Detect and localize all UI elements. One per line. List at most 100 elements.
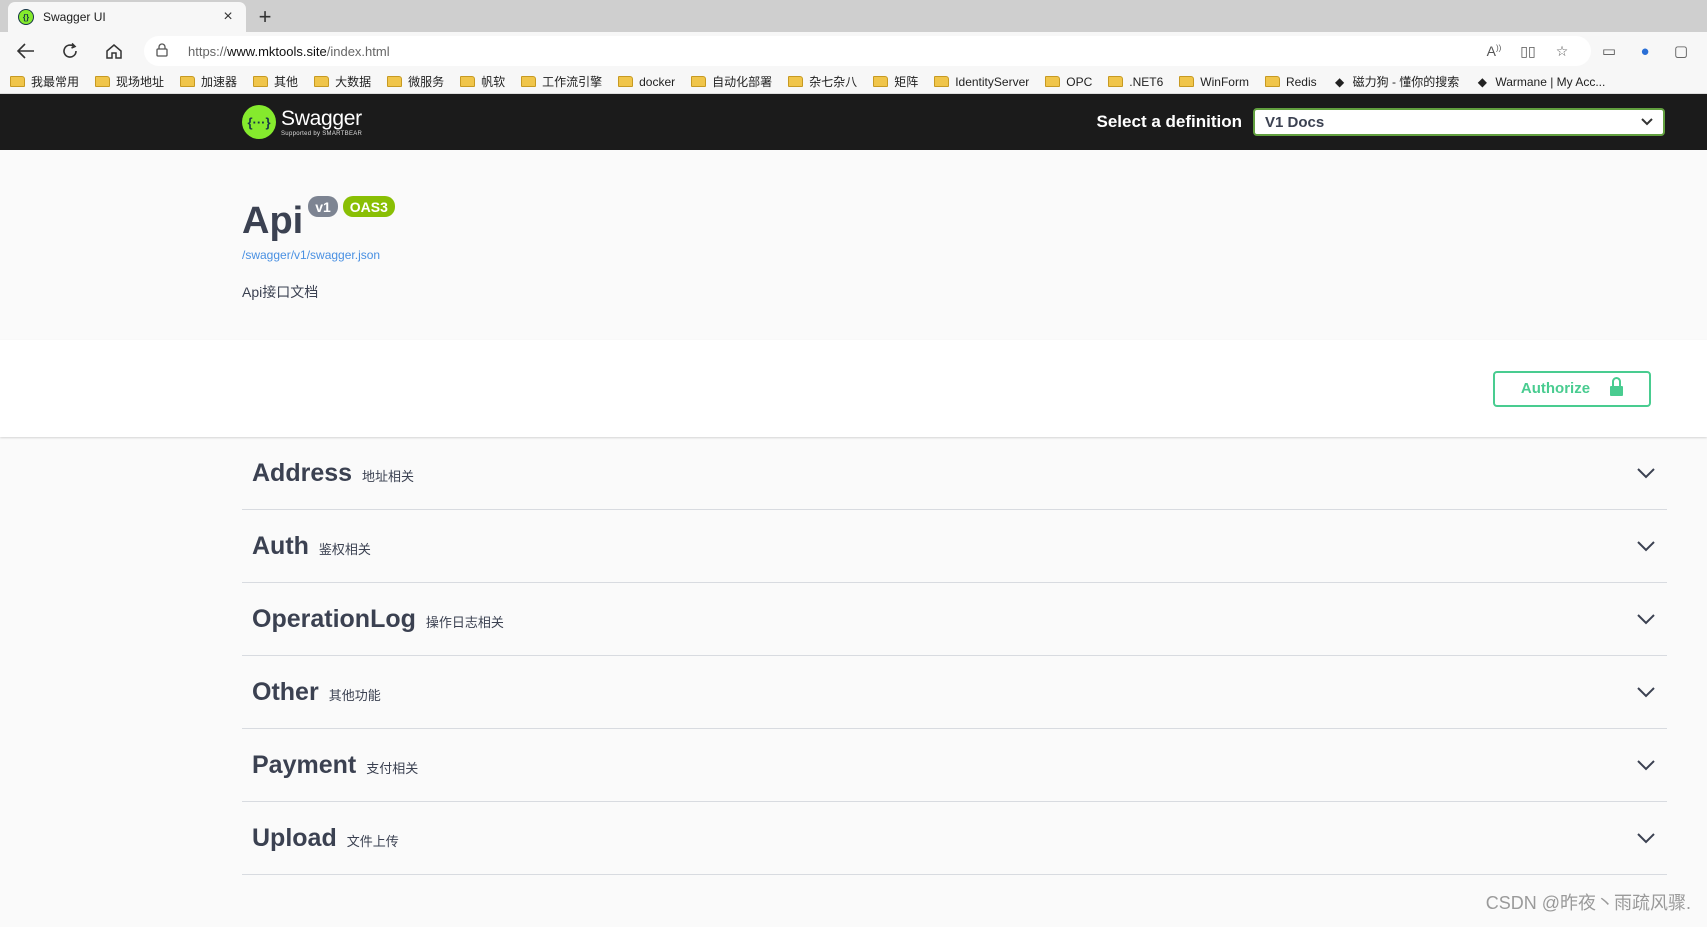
- bookmark-label: WinForm: [1200, 74, 1249, 89]
- folder-icon: [253, 76, 269, 87]
- chevron-down-icon[interactable]: [1635, 827, 1657, 849]
- bookmark-item[interactable]: 我最常用: [10, 73, 79, 90]
- close-tab-icon[interactable]: ×: [220, 8, 236, 26]
- bookmark-label: 加速器: [201, 75, 238, 89]
- folder-icon: [10, 76, 25, 87]
- url-text[interactable]: https://www.mktools.site/index.html: [188, 44, 1477, 59]
- bookmark-item[interactable]: 现场地址: [95, 73, 164, 90]
- bookmark-item[interactable]: .NET6: [1108, 75, 1163, 89]
- lock-icon: [1610, 376, 1624, 396]
- bookmark-label: 现场地址: [116, 75, 165, 89]
- tag-description: 支付相关: [366, 760, 419, 776]
- swagger-favicon-icon: {}: [18, 9, 34, 25]
- folder-icon: [95, 76, 111, 87]
- refresh-icon: [63, 42, 77, 58]
- bookmark-label: Redis: [1285, 74, 1317, 89]
- version-badge: v1: [308, 196, 338, 217]
- bookmark-item[interactable]: ◆ Warmane | My Acc...: [1475, 74, 1606, 89]
- bookmark-label: 帆软: [481, 75, 506, 89]
- bookmark-item[interactable]: 杂七杂八: [788, 73, 857, 90]
- bookmark-item[interactable]: 其他: [253, 73, 298, 90]
- definition-dropdown[interactable]: V1 Docs: [1253, 108, 1665, 136]
- tab-title: Swagger UI: [43, 10, 106, 24]
- bookmark-item[interactable]: 自动化部署: [691, 73, 772, 90]
- tag-section-address[interactable]: Address 地址相关: [242, 437, 1667, 510]
- authorize-button[interactable]: Authorize: [1493, 370, 1651, 407]
- bookmark-item[interactable]: docker: [618, 75, 675, 89]
- new-tab-button[interactable]: +: [250, 2, 280, 32]
- definition-selector: Select a definition V1 Docs: [1097, 108, 1665, 136]
- oas-badge: OAS3: [342, 196, 395, 217]
- browser-tab[interactable]: {} Swagger UI ×: [8, 2, 246, 32]
- bookmark-label: docker: [639, 74, 676, 89]
- logo-name: Swagger: [281, 106, 362, 130]
- folder-icon: [788, 76, 804, 87]
- folder-icon: [314, 76, 330, 87]
- tag-section-payment[interactable]: Payment 支付相关: [242, 729, 1667, 802]
- browser-tabstrip: {} Swagger UI × +: [0, 0, 1707, 32]
- bookmark-item[interactable]: 微服务: [387, 73, 444, 90]
- collections-icon[interactable]: ▭: [1591, 42, 1627, 60]
- chevron-down-icon[interactable]: [1635, 535, 1657, 557]
- chevron-down-icon[interactable]: [1635, 754, 1657, 776]
- site-favicon-icon: ◆: [1335, 74, 1345, 89]
- bookmark-item[interactable]: Redis: [1264, 74, 1317, 89]
- chevron-down-icon[interactable]: [1635, 462, 1657, 484]
- bookmark-label: .NET6: [1129, 74, 1164, 89]
- api-title: Api: [242, 200, 304, 242]
- tag-section-other[interactable]: Other 其他功能: [242, 656, 1667, 729]
- chevron-down-icon[interactable]: [1635, 681, 1657, 703]
- site-lock-icon[interactable]: [156, 42, 178, 60]
- add-favorite-icon[interactable]: ☆: [1545, 43, 1579, 60]
- bookmark-item[interactable]: OPC: [1045, 75, 1092, 89]
- folder-icon: [691, 76, 707, 87]
- definition-label: Select a definition: [1096, 112, 1242, 131]
- bookmark-item[interactable]: 工作流引擎: [521, 73, 602, 90]
- bookmark-label: 自动化部署: [712, 75, 773, 89]
- tag-list: Address 地址相关 Auth 鉴权相关 OperationLog 操作日志相关 Oth…: [0, 437, 1707, 875]
- bookmark-label: Warmane | My Acc...: [1495, 74, 1606, 89]
- extension-icon[interactable]: ●: [1627, 43, 1663, 60]
- browser-toolbar: https://www.mktools.site/index.html A)) …: [0, 32, 1707, 70]
- folder-icon: [521, 76, 537, 87]
- watermark: CSDN @昨夜丶雨疏风骤.: [1485, 893, 1691, 913]
- bookmark-label: 矩阵: [894, 75, 919, 89]
- spec-json-link[interactable]: /swagger/v1/swagger.json: [242, 248, 1707, 262]
- bookmark-item[interactable]: IdentityServer: [934, 75, 1029, 89]
- swagger-logo[interactable]: {···} Swagger Supported by SMARTBEAR: [242, 105, 362, 139]
- folder-icon: [873, 76, 889, 87]
- folder-icon: [1045, 76, 1061, 87]
- tag-section-operationlog[interactable]: OperationLog 操作日志相关: [242, 583, 1667, 656]
- reload-button[interactable]: [52, 36, 88, 66]
- tag-name: Auth: [252, 531, 309, 560]
- more-icon[interactable]: ▢: [1663, 42, 1699, 60]
- bookmark-item[interactable]: ◆ 磁力狗 - 懂你的搜索: [1333, 73, 1459, 90]
- home-button[interactable]: [96, 36, 132, 66]
- tag-section-auth[interactable]: Auth 鉴权相关: [242, 510, 1667, 583]
- bookmark-label: 其他: [274, 75, 299, 89]
- bookmark-item[interactable]: 帆软: [460, 73, 505, 90]
- folder-icon: [934, 76, 950, 87]
- bookmark-item[interactable]: 大数据: [314, 73, 371, 90]
- site-favicon-icon: ◆: [1477, 74, 1487, 89]
- tag-name: Upload: [252, 823, 337, 852]
- bookmark-item[interactable]: 矩阵: [873, 73, 918, 90]
- bookmark-label: IdentityServer: [955, 74, 1030, 89]
- chevron-down-icon[interactable]: [1635, 608, 1657, 630]
- tag-section-upload[interactable]: Upload 文件上传: [242, 802, 1667, 875]
- tag-description: 操作日志相关: [425, 614, 504, 630]
- tag-description: 其他功能: [328, 687, 381, 703]
- split-screen-icon[interactable]: ▯▯: [1511, 43, 1545, 60]
- folder-icon: [180, 76, 196, 87]
- swagger-topbar: {···} Swagger Supported by SMARTBEAR Sel…: [0, 94, 1707, 150]
- scheme-container: Authorize: [0, 340, 1707, 437]
- tag-description: 鉴权相关: [318, 541, 371, 557]
- tag-name: OperationLog: [252, 604, 416, 633]
- folder-icon: [1264, 76, 1280, 87]
- read-aloud-icon[interactable]: A)): [1477, 43, 1511, 59]
- back-button[interactable]: [8, 36, 44, 66]
- folder-icon: [1179, 76, 1195, 87]
- bookmark-item[interactable]: WinForm: [1179, 75, 1249, 89]
- address-bar[interactable]: https://www.mktools.site/index.html A)) …: [144, 36, 1591, 66]
- bookmark-item[interactable]: 加速器: [180, 73, 237, 90]
